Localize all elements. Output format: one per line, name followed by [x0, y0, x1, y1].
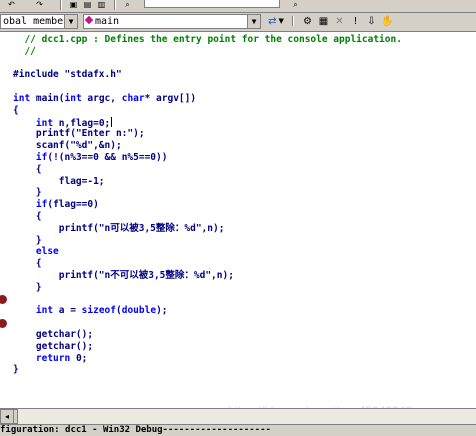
breakpoint-icon[interactable] — [0, 318, 7, 328]
code-line[interactable]: } — [13, 282, 42, 294]
code-line[interactable]: printf("Enter n:"); — [13, 128, 145, 140]
toolbar-separator — [292, 16, 294, 26]
code-line[interactable]: // — [13, 46, 35, 58]
undo-icon[interactable]: ↶ — [6, 0, 17, 9]
standard-toolbar: ↶ ↷ ▣ ▤ ▥ ⌕ ⌕ — [0, 0, 476, 13]
member-combo-value: main — [95, 16, 120, 27]
scroll-left-icon[interactable]: ◂ — [0, 409, 14, 424]
code-line[interactable]: { — [13, 211, 42, 223]
output-icon[interactable]: ▤ — [82, 0, 93, 9]
execute-icon[interactable]: ! — [348, 14, 363, 29]
find-in-files-icon[interactable]: ⌕ — [122, 0, 133, 9]
breakpoint-icon[interactable] — [0, 295, 7, 305]
wizard-actions-button[interactable]: ⇄ ▼ — [264, 14, 288, 29]
code-line[interactable]: if(!(n%3==0 && n%5==0)) — [13, 152, 168, 164]
wizard-bar: obal members ▼ main ▼ ⇄ ▼ ⚙ ▦ ✕ ! ⇩ ✋ — [0, 13, 476, 32]
chevron-down-icon[interactable]: ▼ — [247, 15, 260, 28]
code-line[interactable]: flag=-1; — [13, 176, 105, 188]
text-cursor — [111, 116, 113, 127]
member-combo[interactable]: main ▼ — [83, 14, 261, 29]
chevron-down-icon: ▼ — [278, 17, 284, 25]
scrollbar-thumb[interactable] — [13, 409, 18, 424]
toolbar-separator — [114, 0, 116, 10]
step-into-icon[interactable]: ⇩ — [364, 14, 379, 29]
status-text: figuration: dcc1 - Win32 Debug----------… — [0, 425, 271, 435]
wizard-action-icon: ⇄ — [268, 16, 277, 27]
code-line[interactable]: // dcc1.cpp : Defines the entry point fo… — [13, 34, 402, 46]
code-line[interactable]: printf("n不可以被3,5整除：%d",n); — [13, 270, 234, 282]
window-list-icon[interactable]: ▥ — [96, 0, 107, 9]
status-bar: figuration: dcc1 - Win32 Debug----------… — [0, 424, 476, 436]
code-line[interactable]: #include "stdafx.h" — [13, 69, 122, 81]
hand-icon[interactable]: ✋ — [380, 14, 395, 29]
find-input[interactable] — [144, 0, 280, 8]
code-line[interactable]: getchar(); — [13, 341, 93, 353]
code-line[interactable]: scanf("%d",&n); — [13, 140, 122, 152]
build-icon[interactable]: ▦ — [316, 14, 331, 29]
workspace-icon[interactable]: ▣ — [68, 0, 79, 9]
chevron-down-icon[interactable]: ▼ — [64, 15, 77, 28]
code-line[interactable]: { — [13, 258, 42, 270]
code-line[interactable]: } — [13, 187, 42, 199]
code-line[interactable]: int main(int argc, char* argv[]) — [13, 93, 196, 105]
code-line[interactable]: getchar(); — [13, 329, 93, 341]
code-line[interactable]: } — [13, 364, 19, 376]
code-line[interactable]: int n,flag=0; — [13, 116, 113, 129]
compile-icon[interactable]: ⚙ — [300, 14, 315, 29]
stop-build-icon[interactable]: ✕ — [332, 14, 347, 29]
code-line[interactable]: } — [13, 235, 42, 247]
find-icon[interactable]: ⌕ — [290, 0, 301, 9]
redo-icon[interactable]: ↷ — [34, 0, 45, 9]
class-combo[interactable]: obal members ▼ — [0, 14, 78, 29]
code-line[interactable]: if(flag==0) — [13, 199, 99, 211]
toolbar-separator — [60, 0, 62, 10]
code-line[interactable]: { — [13, 164, 42, 176]
code-line[interactable]: int a = sizeof(double); — [13, 305, 168, 317]
horizontal-scrollbar[interactable]: ◂ — [0, 408, 476, 424]
code-editor[interactable]: // dcc1.cpp : Defines the entry point fo… — [0, 32, 476, 408]
code-line[interactable]: return 0; — [13, 353, 88, 365]
function-icon — [84, 15, 94, 25]
code-line[interactable]: printf("n可以被3,5整除：%d",n); — [13, 223, 225, 235]
code-line[interactable]: { — [13, 105, 19, 117]
code-line[interactable]: else — [13, 246, 59, 258]
